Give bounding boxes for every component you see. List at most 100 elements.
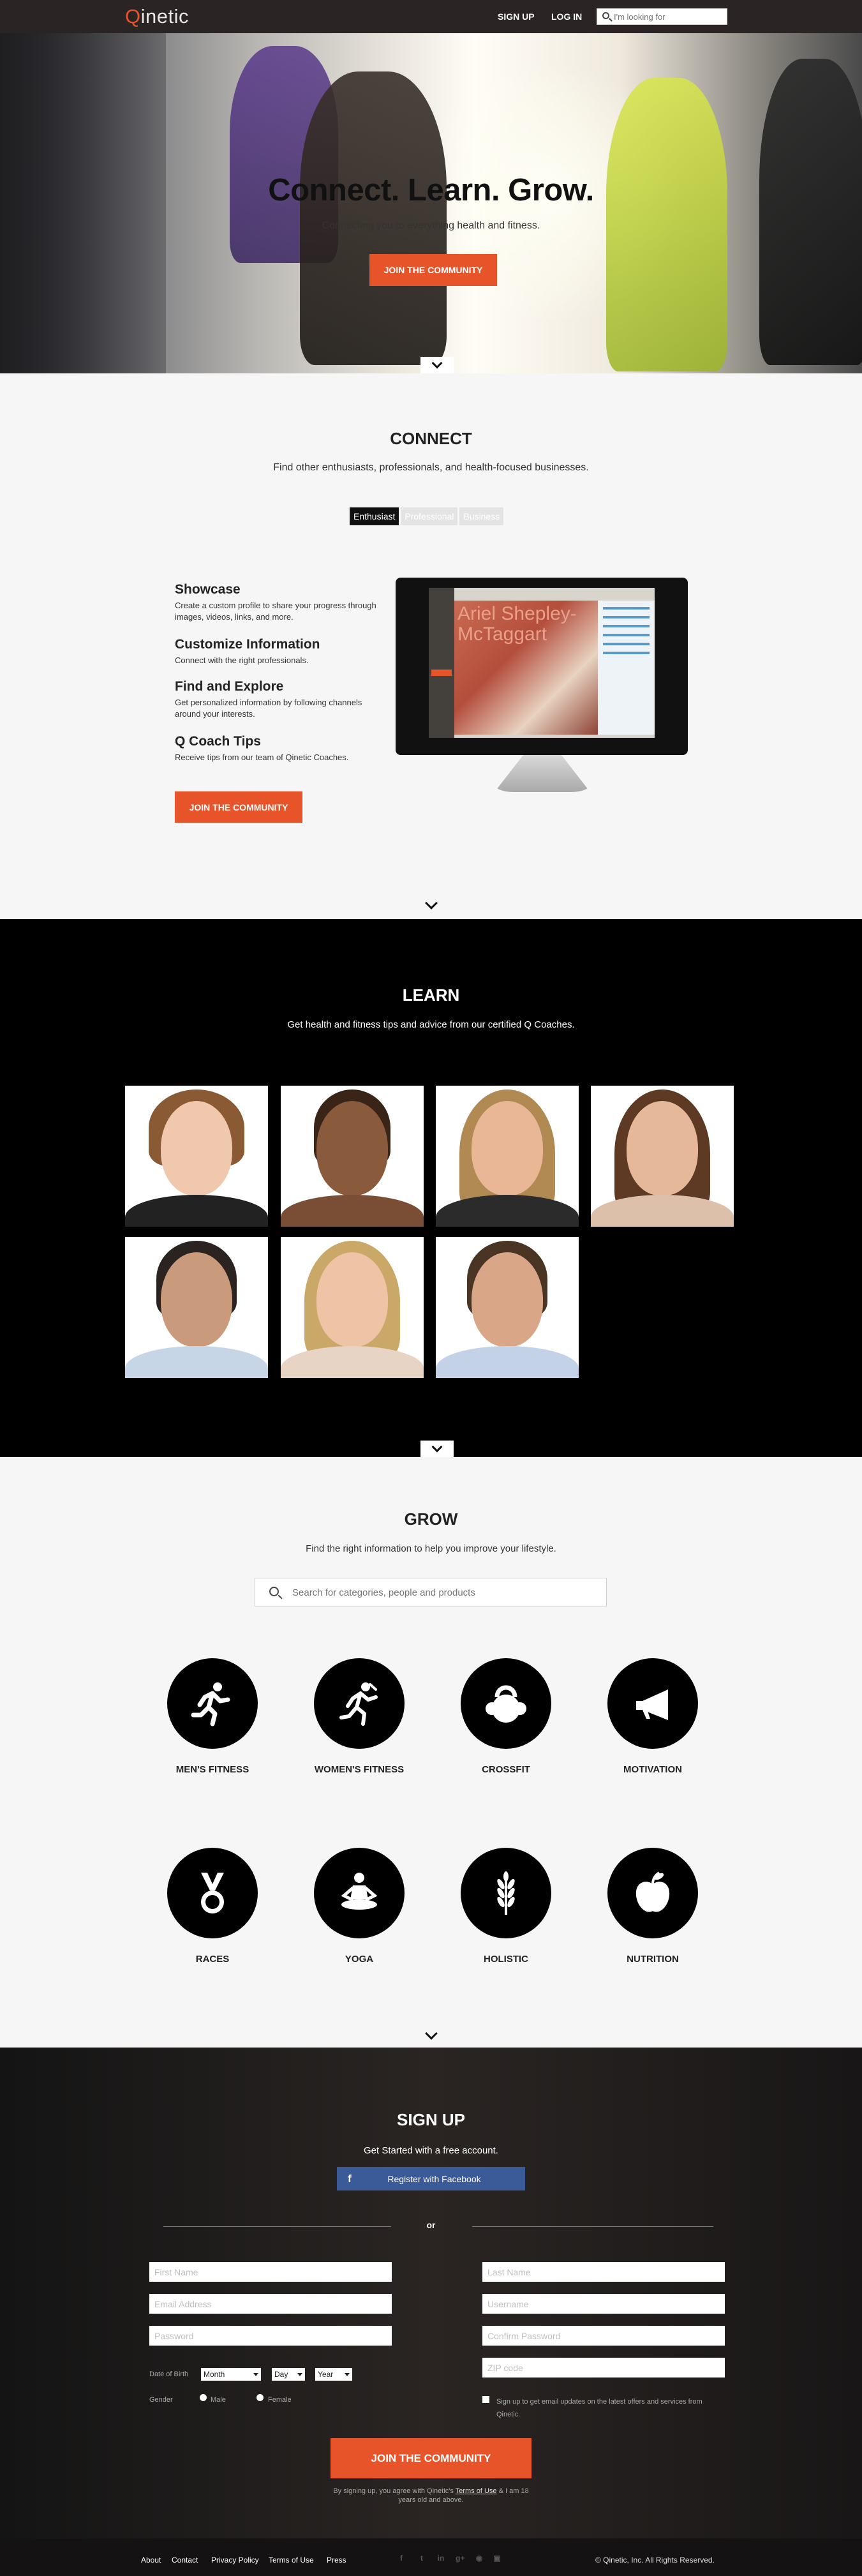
gender-female-label: Female <box>268 2396 292 2404</box>
category-womens-fitness[interactable]: WOMEN'S FITNESS <box>302 1658 417 1775</box>
nav-login-link[interactable]: LOG IN <box>551 11 582 22</box>
runner-icon <box>167 1658 258 1749</box>
category-nutrition[interactable]: NUTRITION <box>595 1848 710 1965</box>
gender-male-label: Male <box>211 2396 226 2404</box>
hero-join-button[interactable]: JOIN THE COMMUNITY <box>369 254 497 286</box>
password-field[interactable] <box>149 2326 392 2346</box>
category-label: MEN'S FITNESS <box>175 1764 249 1775</box>
hero-runner-woman-right <box>759 59 862 365</box>
connect-subtitle: Find other enthusiasts, professionals, a… <box>273 462 589 473</box>
facebook-icon: f <box>348 2172 352 2185</box>
linkedin-icon[interactable]: in <box>436 2554 445 2563</box>
grow-search-input[interactable] <box>292 1586 592 1599</box>
zip-code-field[interactable] <box>482 2358 725 2378</box>
twitter-icon[interactable]: t <box>417 2554 426 2563</box>
footer-link-contact[interactable]: Contact <box>172 2556 198 2565</box>
learn-subtitle: Get health and fitness tips and advice f… <box>287 1019 575 1030</box>
coach-photo-6[interactable] <box>281 1237 424 1378</box>
search-icon <box>602 12 609 19</box>
rss-icon[interactable]: ◉ <box>475 2554 484 2563</box>
coach-photo-7[interactable] <box>436 1237 579 1378</box>
preview-profile-name: Ariel Shepley-McTaggart <box>457 603 577 645</box>
tab-business[interactable]: Business <box>459 507 504 525</box>
category-holistic[interactable]: HOLISTIC <box>449 1848 563 1965</box>
feature-desc: Connect with the right professionals. <box>175 655 309 665</box>
email-field[interactable] <box>149 2294 392 2314</box>
qinetic-logo[interactable]: Qinetic <box>125 5 189 28</box>
terms-of-use-link[interactable]: Terms of Use <box>456 2487 497 2495</box>
coach-photo-1[interactable] <box>125 1086 268 1227</box>
category-yoga[interactable]: YOGA <box>302 1848 417 1965</box>
category-crossfit[interactable]: CROSSFIT <box>449 1658 563 1775</box>
chevron-down-icon <box>297 2372 302 2376</box>
last-name-field[interactable] <box>482 2262 725 2282</box>
nav-search-input[interactable] <box>614 11 722 22</box>
coach-photo-4[interactable] <box>591 1086 734 1227</box>
connect-join-button[interactable]: JOIN THE COMMUNITY <box>175 791 302 823</box>
hero-title: Connect. Learn. Grow. <box>268 173 594 207</box>
footer-link-about[interactable]: About <box>141 2556 161 2565</box>
gender-label: Gender <box>149 2396 173 2404</box>
medal-icon <box>167 1848 258 1938</box>
chevron-down-icon[interactable] <box>425 897 438 910</box>
hero-runner-man-beanie <box>300 71 447 365</box>
signup-join-button[interactable]: JOIN THE COMMUNITY <box>331 2438 531 2478</box>
signup-subtitle: Get Started with a free account. <box>364 2145 498 2156</box>
feature-title: Customize Information <box>175 637 320 652</box>
feature-title: Find and Explore <box>175 679 284 694</box>
coach-photo-3[interactable] <box>436 1086 579 1227</box>
kettlebell-icon <box>461 1658 551 1749</box>
dob-month-select[interactable]: Month <box>201 2368 261 2381</box>
wheat-icon <box>461 1848 551 1938</box>
dob-day-select[interactable]: Day <box>272 2368 305 2381</box>
signup-title: SIGN UP <box>397 2110 465 2129</box>
or-label: or <box>426 2220 436 2230</box>
tab-professional[interactable]: Professional <box>401 507 458 525</box>
feature-showcase: Showcase Create a custom profile to shar… <box>175 582 379 623</box>
email-updates-checkbox[interactable] <box>482 2396 489 2403</box>
category-motivation[interactable]: MOTIVATION <box>595 1658 710 1775</box>
category-label: YOGA <box>345 1954 374 1965</box>
tab-enthusiast[interactable]: Enthusiast <box>350 507 399 525</box>
category-races[interactable]: RACES <box>155 1848 270 1965</box>
dob-year-select[interactable]: Year <box>315 2368 352 2381</box>
chevron-down-icon <box>431 1441 443 1453</box>
copyright: © Qinetic, Inc. All Rights Reserved. <box>595 2556 715 2565</box>
chevron-down-icon <box>253 2372 258 2376</box>
coach-photo-2[interactable] <box>281 1086 424 1227</box>
category-label: CROSSFIT <box>482 1764 530 1775</box>
apple-icon <box>607 1848 698 1938</box>
footer: About Contact Privacy Policy Terms of Us… <box>0 2538 862 2576</box>
grow-title: GROW <box>404 1509 458 1529</box>
first-name-field[interactable] <box>149 2262 392 2282</box>
connect-title: CONNECT <box>390 429 472 448</box>
chevron-down-icon[interactable] <box>425 2027 438 2040</box>
feature-title: Showcase <box>175 582 241 597</box>
feature-desc: Create a custom profile to share your pr… <box>175 601 376 622</box>
terms-notice: By signing up, you agree with Qinetic's … <box>333 2487 529 2504</box>
chevron-down-icon <box>345 2372 350 2376</box>
gender-male-radio[interactable] <box>200 2394 207 2401</box>
nav-signup-link[interactable]: SIGN UP <box>498 11 535 22</box>
signup-section: SIGN UP Get Started with a free account.… <box>0 2048 862 2538</box>
facebook-register-button[interactable]: f Register with Facebook <box>337 2167 525 2190</box>
scroll-down-button[interactable] <box>420 357 454 373</box>
category-label: HOLISTIC <box>484 1954 528 1965</box>
feature-coach-tips: Q Coach Tips Receive tips from our team … <box>175 734 379 763</box>
confirm-password-field[interactable] <box>482 2326 725 2346</box>
facebook-icon[interactable]: f <box>397 2554 406 2563</box>
learn-section: LEARN Get health and fitness tips and ad… <box>0 919 862 1457</box>
scroll-down-button[interactable] <box>420 1441 454 1457</box>
coach-photo-5[interactable] <box>125 1237 268 1378</box>
gender-female-radio[interactable] <box>256 2394 264 2401</box>
footer-link-privacy[interactable]: Privacy Policy <box>211 2556 259 2565</box>
footer-link-terms[interactable]: Terms of Use <box>269 2556 314 2565</box>
category-mens-fitness[interactable]: MEN'S FITNESS <box>155 1658 270 1775</box>
instagram-icon[interactable]: ▣ <box>493 2554 502 2563</box>
megaphone-icon <box>607 1658 698 1749</box>
search-icon <box>269 1587 279 1596</box>
footer-link-press[interactable]: Press <box>327 2556 346 2565</box>
username-field[interactable] <box>482 2294 725 2314</box>
google-plus-icon[interactable]: g+ <box>456 2554 464 2563</box>
nav-search-box <box>597 8 727 25</box>
